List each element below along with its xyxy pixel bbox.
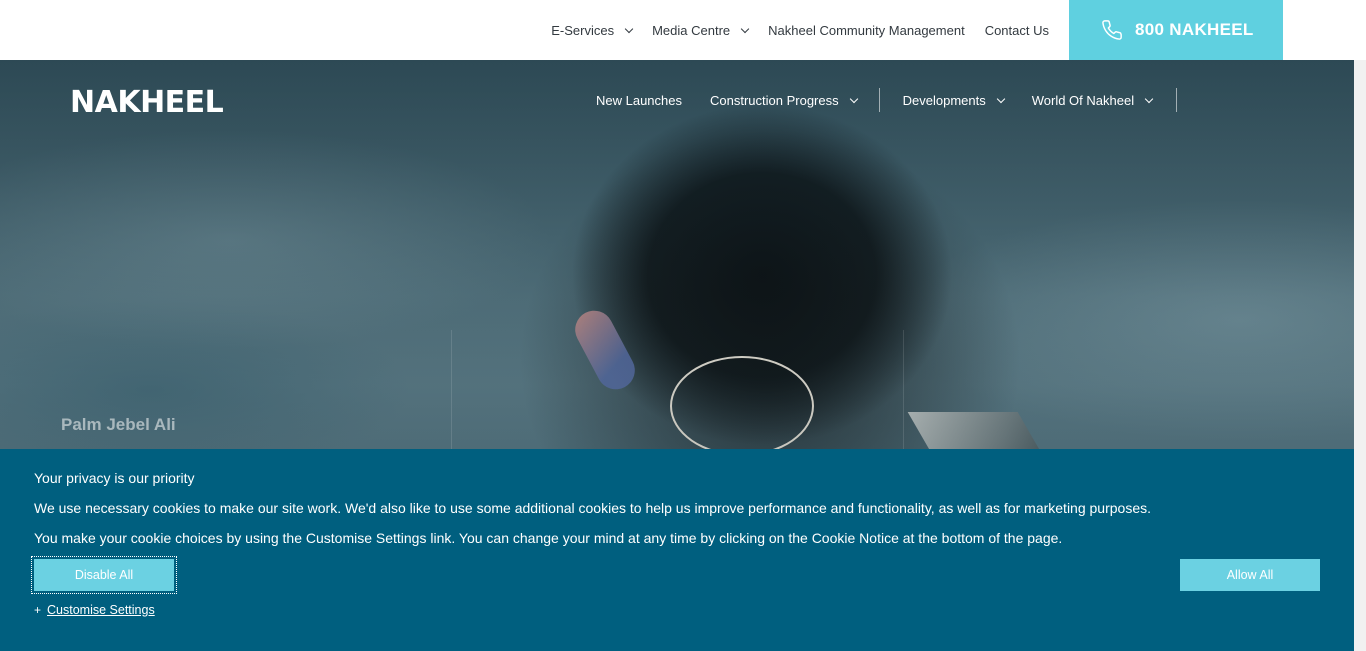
nav-label: Developments <box>902 92 986 108</box>
nav-world-of-nakheel[interactable]: World Of Nakheel <box>1031 92 1154 108</box>
top-nav-label: Nakheel Community Management <box>768 22 965 38</box>
nav-label: Construction Progress <box>710 92 839 108</box>
top-nav-label: Media Centre <box>652 22 731 38</box>
top-nav: E-Services Media Centre Nakheel Communit… <box>551 0 1049 60</box>
chevron-down-icon <box>849 94 858 103</box>
nav-separator <box>1176 88 1178 112</box>
nav-construction-progress[interactable]: Construction Progress <box>710 92 858 108</box>
disable-all-button[interactable]: Disable All <box>31 556 177 594</box>
top-nav-contact-us[interactable]: Contact Us <box>985 23 1049 38</box>
top-nav-community-management[interactable]: Nakheel Community Management <box>768 23 965 38</box>
nav-new-launches[interactable]: New Launches <box>596 93 682 108</box>
nakheel-logo[interactable]: NAKHEEL <box>70 85 224 120</box>
chevron-down-icon <box>740 24 750 33</box>
chevron-down-icon <box>1144 94 1154 103</box>
plus-icon: + <box>34 603 42 617</box>
phone-icon <box>1102 20 1122 40</box>
top-utility-bar: E-Services Media Centre Nakheel Communit… <box>0 0 1366 60</box>
phone-button[interactable]: 800 NAKHEEL <box>1069 0 1283 60</box>
top-nav-media-centre[interactable]: Media Centre <box>652 22 750 38</box>
allow-all-button[interactable]: Allow All <box>1180 559 1320 591</box>
nav-label: World Of Nakheel <box>1031 92 1135 108</box>
nav-separator <box>878 88 880 112</box>
top-nav-label: Contact Us <box>984 22 1049 38</box>
cookie-text: You make your cookie choices by using th… <box>34 530 1063 546</box>
main-nav: New Launches Construction Progress Devel… <box>596 88 1178 112</box>
top-nav-label: E-Services <box>551 22 615 38</box>
phone-label: 800 NAKHEEL <box>1135 20 1254 39</box>
cookie-banner: Your privacy is our priority We use nece… <box>0 449 1354 651</box>
nav-label: New Launches <box>596 92 682 108</box>
nav-developments[interactable]: Developments <box>902 92 1005 108</box>
customise-settings: + Customise Settings <box>34 603 155 617</box>
cookie-title: Your privacy is our priority <box>34 470 195 486</box>
chevron-down-icon <box>996 94 1005 103</box>
hero-caption[interactable]: Palm Jebel Ali <box>61 415 176 435</box>
top-nav-eservices[interactable]: E-Services <box>551 22 634 38</box>
page-scrollbar[interactable] <box>1354 60 1366 651</box>
chevron-down-icon <box>624 24 634 33</box>
customise-settings-link[interactable]: Customise Settings <box>47 603 155 617</box>
cookie-text: We use necessary cookies to make our sit… <box>34 500 1151 516</box>
